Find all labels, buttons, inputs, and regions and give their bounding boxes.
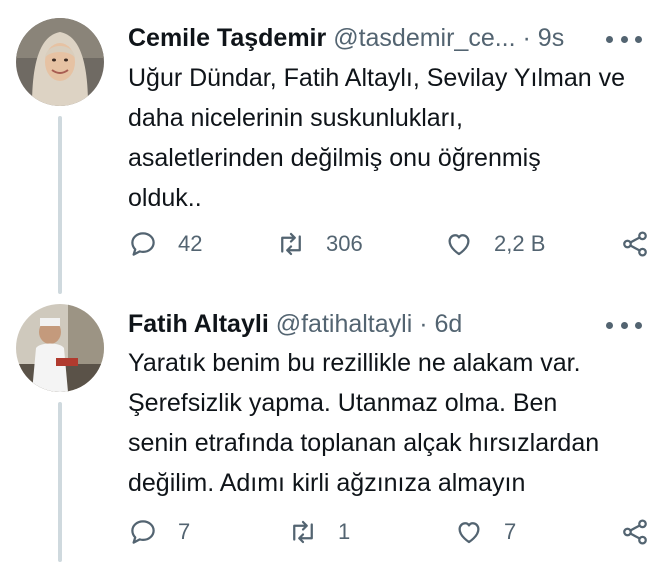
like-button[interactable]: 7: [454, 512, 516, 552]
author-handle[interactable]: @tasdemir_ce...: [333, 24, 515, 52]
share-icon: [623, 231, 647, 257]
separator-dot: ·: [515, 24, 538, 52]
retweet-button[interactable]: 306: [276, 224, 363, 264]
separator-dot: ·: [412, 310, 435, 338]
tweet-header: Cemile Taşdemir @tasdemir_ce... · 9s: [128, 20, 644, 56]
retweet-count: 1: [338, 519, 351, 544]
more-icon[interactable]: [606, 320, 642, 330]
tweet-text-line: senin etrafında toplanan alçak hırsızlar…: [128, 429, 600, 457]
reply-count: 42: [178, 231, 203, 256]
author-name[interactable]: Cemile Taşdemir: [128, 24, 326, 52]
thread-line: [58, 402, 62, 562]
thread-line: [58, 116, 62, 294]
reply-button[interactable]: 7: [128, 512, 190, 552]
share-button[interactable]: [620, 224, 650, 264]
more-icon[interactable]: [606, 34, 642, 44]
reply-count: 7: [178, 519, 191, 544]
tweet-text: Uğur Dündar, Fatih Altaylı, Sevilay Yılm…: [128, 58, 648, 218]
author-name[interactable]: Fatih Altayli: [128, 310, 269, 338]
timestamp[interactable]: 6d: [435, 310, 463, 338]
tweet-text-line: Şerefsizlik yapma. Utanmaz olma. Ben: [128, 389, 558, 417]
avatar[interactable]: [16, 18, 104, 106]
heart-icon: [458, 522, 480, 544]
reply-icon: [131, 520, 155, 544]
heart-icon: [448, 234, 470, 256]
tweet[interactable]: Cemile Taşdemir @tasdemir_ce... · 9s Uğu…: [0, 0, 664, 294]
retweet-icon: [281, 232, 301, 256]
share-button[interactable]: [620, 512, 650, 552]
avatar[interactable]: [16, 304, 104, 392]
timestamp[interactable]: 9s: [538, 24, 564, 52]
tweet-text-line: daha nicelerinin suskunlukları,: [128, 104, 463, 132]
avatar-image: [16, 304, 104, 392]
tweet-text: Yaratık benim bu rezillikle ne alakam va…: [128, 343, 648, 503]
tweet-text-line: olduk..: [128, 184, 202, 212]
tweet-text-line: değilim. Adımı kirli ağzınıza almayın: [128, 469, 526, 497]
reply-icon: [131, 232, 155, 256]
tweet-text-line: Yaratık benim bu rezillikle ne alakam va…: [128, 349, 581, 377]
retweet-count: 306: [326, 231, 363, 256]
like-count: 7: [504, 519, 517, 544]
tweet[interactable]: Fatih Altayli @fatihaltayli · 6d Yaratık…: [0, 290, 664, 562]
reply-button[interactable]: 42: [128, 224, 202, 264]
retweet-icon: [293, 520, 313, 544]
tweet-text-line: asaletlerinden değilmiş onu öğrenmiş: [128, 144, 541, 172]
like-button[interactable]: 2,2 B: [444, 224, 545, 264]
like-count: 2,2 B: [494, 231, 546, 256]
author-handle[interactable]: @fatihaltayli: [276, 310, 413, 338]
tweet-actions: 7 1 7: [128, 512, 648, 552]
retweet-button[interactable]: 1: [288, 512, 350, 552]
share-icon: [623, 519, 647, 545]
avatar-image: [16, 18, 104, 106]
tweet-header: Fatih Altayli @fatihaltayli · 6d: [128, 306, 644, 342]
tweet-text-line: Uğur Dündar, Fatih Altaylı, Sevilay Yılm…: [128, 64, 625, 92]
tweet-actions: 42 306 2,2 B: [128, 224, 648, 264]
